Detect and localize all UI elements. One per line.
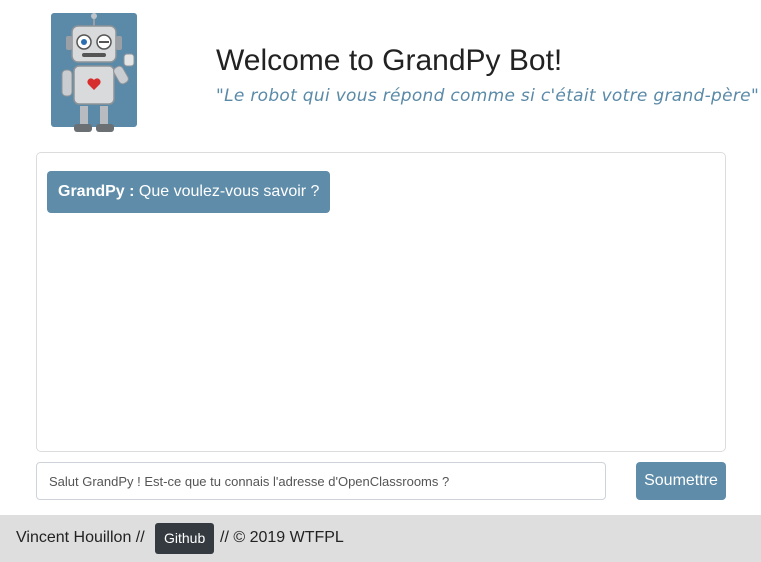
message-text: Que voulez-vous savoir ? xyxy=(134,183,320,200)
footer: Vincent Houillon // Github // © 2019 WTF… xyxy=(0,515,761,562)
submit-button[interactable]: Soumettre xyxy=(636,462,726,500)
message-sender: GrandPy : xyxy=(58,183,135,200)
bot-message: GrandPy : Que voulez-vous savoir ? xyxy=(47,171,331,213)
page-title: Welcome to GrandPy Bot! xyxy=(216,44,563,77)
footer-author: Vincent Houillon // xyxy=(16,529,145,546)
footer-copyright: // © 2019 WTFPL xyxy=(220,529,344,546)
question-input[interactable]: Salut GrandPy ! Est-ce que tu connais l'… xyxy=(36,462,606,500)
github-link[interactable]: Github xyxy=(155,523,215,554)
robot-logo xyxy=(51,13,137,132)
page-tagline: "Le robot qui vous répond comme si c'éta… xyxy=(216,86,760,106)
chat-window[interactable]: GrandPy : Que voulez-vous savoir ? xyxy=(36,152,726,452)
